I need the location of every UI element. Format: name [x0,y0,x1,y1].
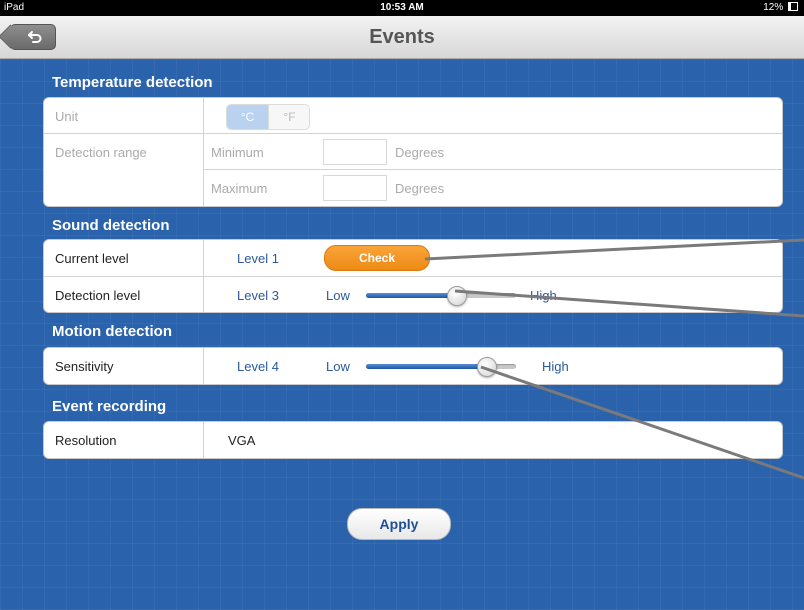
sound-slider-fill [366,293,456,298]
sound-section-title: Sound detection [52,217,170,234]
sound-card: Current level Level 1 Check Detection le… [43,239,783,313]
check-button[interactable]: Check [324,245,430,271]
status-bar: iPad 10:53 AM 12% [0,0,804,16]
maximum-degrees-unit: Degrees [395,181,445,196]
minimum-degrees-input[interactable] [323,139,387,165]
maximum-label: Maximum [211,181,268,196]
unit-row: Unit °C °F [44,98,782,133]
battery-text: 12% [763,2,784,13]
sensitivity-label: Sensitivity [55,359,114,374]
minimum-degrees-unit: Degrees [395,145,445,160]
current-level-label: Current level [55,251,129,266]
battery-indicator: 12% [763,0,798,16]
fahrenheit-option[interactable]: °F [268,105,309,129]
minimum-label: Minimum [211,145,264,160]
motion-card: Sensitivity Level 4 Low High [43,347,783,385]
detection-level-value: Level 3 [237,288,279,303]
maximum-degrees-input[interactable] [323,175,387,201]
detection-level-label: Detection level [55,288,141,303]
unit-segmented-control: °C °F [226,104,310,130]
resolution-row[interactable]: Resolution VGA [44,422,782,458]
sound-low-label: Low [326,288,350,303]
page-title: Events [369,26,435,48]
detection-range-max-row: Maximum Degrees [44,169,782,206]
motion-section-title: Motion detection [52,323,172,340]
temperature-card: Unit °C °F Detection range Minimum Degre… [43,97,783,207]
events-settings: Temperature detection Unit °C °F Detecti… [0,59,804,610]
detection-range-min-row: Detection range Minimum Degrees [44,133,782,170]
resolution-value: VGA [228,433,256,448]
motion-slider-fill [366,364,486,369]
detection-range-label: Detection range [55,145,147,160]
temperature-section-title: Temperature detection [52,74,213,91]
unit-label: Unit [55,109,79,124]
motion-slider-thumb[interactable] [477,357,497,377]
detection-level-row: Detection level Level 3 Low High [44,276,782,312]
sound-high-label: High [530,288,557,303]
nav-bar: Events [0,16,804,59]
motion-high-label: High [542,359,569,374]
recording-section-title: Event recording [52,398,167,415]
sensitivity-value: Level 4 [237,359,279,374]
status-time: 10:53 AM [380,2,424,13]
sensitivity-slider[interactable] [366,357,516,377]
motion-low-label: Low [326,359,350,374]
sensitivity-row: Sensitivity Level 4 Low High [44,348,782,384]
sound-level-slider[interactable] [366,286,516,306]
sound-slider-thumb[interactable] [447,286,467,306]
resolution-label: Resolution [55,433,117,448]
battery-icon [788,2,798,11]
celsius-option[interactable]: °C [227,105,268,129]
recording-card: Resolution VGA [43,421,783,459]
current-level-row: Current level Level 1 Check [44,240,782,276]
apply-button[interactable]: Apply [347,508,451,540]
current-level-value: Level 1 [237,251,279,266]
